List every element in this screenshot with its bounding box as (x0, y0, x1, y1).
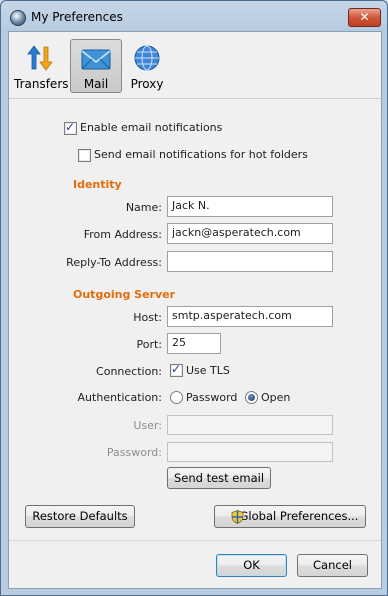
app-icon (10, 10, 26, 26)
use-tls-checkbox[interactable] (170, 362, 183, 377)
hot-folders-checkbox[interactable] (78, 149, 91, 162)
cancel-button[interactable]: Cancel (297, 554, 368, 577)
tab-mail[interactable]: Mail (70, 39, 122, 93)
enable-notifications-checkbox[interactable] (64, 120, 77, 135)
auth-password-radio[interactable] (170, 391, 183, 404)
tab-proxy-label: Proxy (130, 77, 164, 91)
send-test-email-button[interactable]: Send test email (167, 467, 271, 489)
password-field (167, 442, 333, 462)
user-label: User: (133, 419, 162, 432)
identity-heading: Identity (73, 178, 122, 191)
enable-notifications-label: Enable email notifications (80, 121, 223, 134)
shield-icon (231, 510, 244, 524)
tab-transfers-label: Transfers (14, 77, 69, 91)
host-field[interactable]: smtp.asperatech.com (167, 306, 333, 327)
close-button[interactable]: ✕ (348, 8, 381, 27)
authentication-label: Authentication: (77, 391, 162, 404)
auth-password-label: Password (186, 391, 238, 404)
dialog-body: Transfers Mail Proxy Enable (8, 31, 382, 589)
tab-transfers[interactable]: Transfers (14, 39, 69, 93)
host-label: Host: (133, 311, 162, 324)
window-title: My Preferences (31, 10, 123, 24)
restore-defaults-button[interactable]: Restore Defaults (25, 505, 135, 528)
from-address-field[interactable]: jackn@asperatech.com (167, 223, 333, 244)
name-label: Name: (125, 201, 162, 214)
category-toolbar: Transfers Mail Proxy (9, 32, 381, 99)
connection-label: Connection: (96, 365, 162, 378)
auth-open-radio[interactable] (245, 391, 258, 404)
reply-to-label: Reply-To Address: (66, 256, 162, 269)
divider (9, 540, 381, 541)
use-tls-label: Use TLS (186, 364, 230, 377)
port-field[interactable]: 25 (167, 333, 221, 354)
proxy-icon (134, 45, 160, 71)
from-address-label: From Address: (83, 228, 162, 241)
name-field[interactable]: Jack N. (167, 196, 333, 217)
password-label: Password: (106, 446, 162, 459)
global-preferences-label: Global Preferences... (239, 509, 359, 523)
title-bar[interactable]: My Preferences ✕ (1, 1, 387, 33)
ok-button[interactable]: OK (216, 554, 287, 577)
user-field (167, 415, 333, 435)
mail-icon (81, 49, 111, 70)
transfers-icon (27, 45, 53, 71)
auth-open-label: Open (261, 391, 291, 404)
preferences-window: My Preferences ✕ Transfers Mail Proxy ✓ … (0, 0, 388, 596)
outgoing-server-heading: Outgoing Server (73, 288, 176, 301)
reply-to-field[interactable] (167, 251, 333, 272)
port-label: Port: (136, 338, 162, 351)
global-preferences-button[interactable]: Global Preferences... (214, 505, 366, 528)
hot-folders-label: Send email notifications for hot folders (94, 148, 308, 161)
tab-proxy[interactable]: Proxy (121, 39, 173, 93)
close-icon: ✕ (359, 10, 370, 24)
tab-mail-label: Mail (83, 77, 109, 91)
